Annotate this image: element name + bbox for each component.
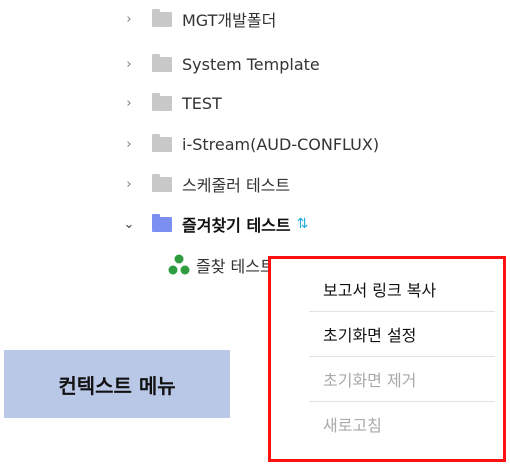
menu-item-label: 초기화면 설정 — [323, 326, 417, 345]
menu-item-label: 보고서 링크 복사 — [323, 281, 437, 300]
folder-icon — [152, 8, 172, 27]
tree-item-label: TEST — [182, 93, 222, 113]
context-menu: 보고서 링크 복사 초기화면 설정 초기화면 제거 새로고침 — [268, 256, 506, 462]
rss-feed-icon — [168, 254, 190, 275]
tree-child-label: 즐찾 테스트 — [196, 257, 275, 276]
folder-open-icon — [152, 213, 172, 232]
tree-item-system-template[interactable]: › System Template — [118, 49, 320, 79]
context-menu-annotation: 컨텍스트 메뉴 — [4, 350, 230, 418]
menu-item-remove-home-screen: 초기화면 제거 — [309, 357, 495, 402]
folder-icon — [152, 92, 172, 111]
menu-item-copy-report-link[interactable]: 보고서 링크 복사 — [309, 267, 495, 312]
folder-icon — [152, 173, 172, 192]
tree-item-istream[interactable]: › i-Stream(AUD-CONFLUX) — [118, 129, 379, 159]
chevron-right-icon[interactable]: › — [118, 177, 140, 192]
sort-icon[interactable]: ⇅ — [297, 216, 309, 232]
tree-item-label: 스케줄러 테스트 — [182, 176, 291, 195]
tree-item-scheduler-test[interactable]: › 스케줄러 테스트 — [118, 169, 290, 199]
tree-item-label: i-Stream(AUD-CONFLUX) — [182, 134, 380, 154]
chevron-right-icon[interactable]: › — [118, 12, 140, 27]
tree-item-favorites-test[interactable]: ⌄ 즐겨찾기 테스트 ⇅ — [118, 209, 308, 239]
tree-item-label: 즐겨찾기 테스트 — [182, 216, 291, 235]
tree-child-item[interactable]: 즐찾 테스트 — [168, 250, 275, 280]
annotation-label: 컨텍스트 메뉴 — [58, 373, 176, 398]
tree-item-test[interactable]: › TEST — [118, 88, 222, 118]
folder-icon — [152, 53, 172, 72]
tree-item-mgt[interactable]: › MGT개발폴더 — [118, 4, 276, 34]
chevron-right-icon[interactable]: › — [118, 137, 140, 152]
chevron-right-icon[interactable]: › — [118, 96, 140, 111]
tree-item-label: System Template — [182, 54, 320, 74]
menu-item-label: 초기화면 제거 — [323, 371, 417, 390]
chevron-right-icon[interactable]: › — [118, 57, 140, 72]
menu-item-refresh: 새로고침 — [309, 402, 495, 446]
menu-item-label: 새로고침 — [323, 416, 382, 435]
chevron-down-icon[interactable]: ⌄ — [118, 217, 140, 232]
folder-icon — [152, 133, 172, 152]
tree-item-label: MGT개발폴더 — [182, 11, 277, 30]
menu-item-set-home-screen[interactable]: 초기화면 설정 — [309, 312, 495, 357]
